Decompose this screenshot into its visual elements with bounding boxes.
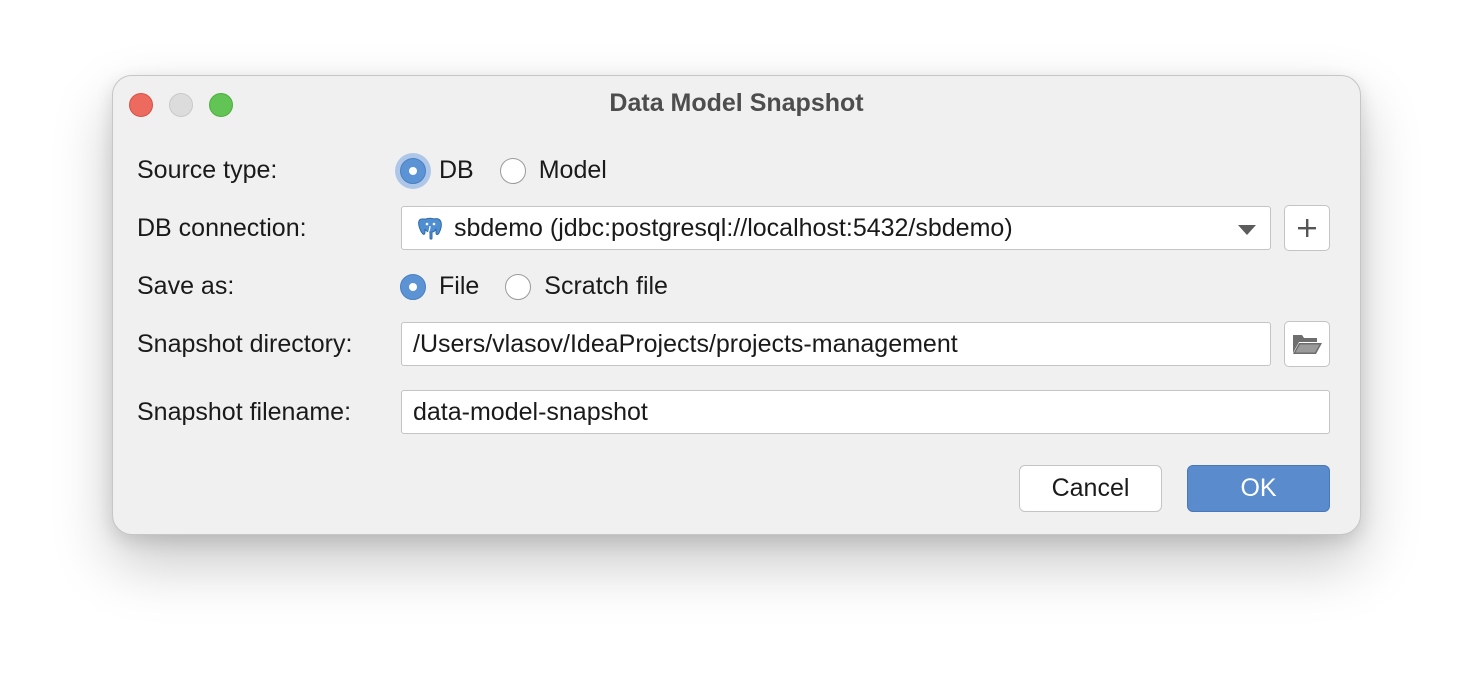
browse-directory-button[interactable] xyxy=(1284,321,1330,367)
snapshot-filename-label: Snapshot filename: xyxy=(137,398,352,426)
snapshot-directory-value: /Users/vlasov/IdeaProjects/projects-mana… xyxy=(413,329,958,358)
db-connection-value: sbdemo (jdbc:postgresql://localhost:5432… xyxy=(454,213,1013,242)
save-as-label: Save as: xyxy=(137,272,235,300)
save-as-scratch-file-radio[interactable] xyxy=(505,273,532,300)
source-type-model-label[interactable]: Model xyxy=(539,156,607,185)
source-type-db-radio[interactable] xyxy=(400,157,426,184)
source-type-db-label[interactable]: DB xyxy=(439,156,474,185)
source-type-model-radio[interactable] xyxy=(499,157,526,184)
snapshot-filename-input[interactable]: data-model-snapshot xyxy=(401,390,1330,434)
dialog-title: Data Model Snapshot xyxy=(609,89,864,117)
postgresql-elephant-icon xyxy=(418,217,442,240)
save-as-scratch-file-label[interactable]: Scratch file xyxy=(544,272,668,301)
snapshot-filename-value: data-model-snapshot xyxy=(413,397,648,426)
source-type-radio-group: DB Model xyxy=(400,156,607,185)
db-connection-combobox[interactable]: sbdemo (jdbc:postgresql://localhost:5432… xyxy=(401,206,1271,250)
save-as-file-label[interactable]: File xyxy=(439,272,479,301)
add-connection-button[interactable] xyxy=(1284,205,1330,251)
snapshot-directory-label: Snapshot directory: xyxy=(137,330,353,358)
snapshot-directory-input[interactable]: /Users/vlasov/IdeaProjects/projects-mana… xyxy=(401,322,1271,366)
source-type-label: Source type: xyxy=(137,156,278,184)
plus-icon xyxy=(1298,219,1316,237)
save-as-radio-group: File Scratch file xyxy=(400,272,668,301)
save-as-file-radio[interactable] xyxy=(400,273,426,300)
data-model-snapshot-dialog: Data Model Snapshot Source type: DB Mode… xyxy=(112,75,1361,535)
chevron-down-icon[interactable] xyxy=(1238,225,1256,235)
folder-icon xyxy=(1293,335,1322,354)
ok-button[interactable]: OK xyxy=(1187,465,1330,512)
cancel-button[interactable]: Cancel xyxy=(1019,465,1162,512)
db-connection-label: DB connection: xyxy=(137,214,307,242)
